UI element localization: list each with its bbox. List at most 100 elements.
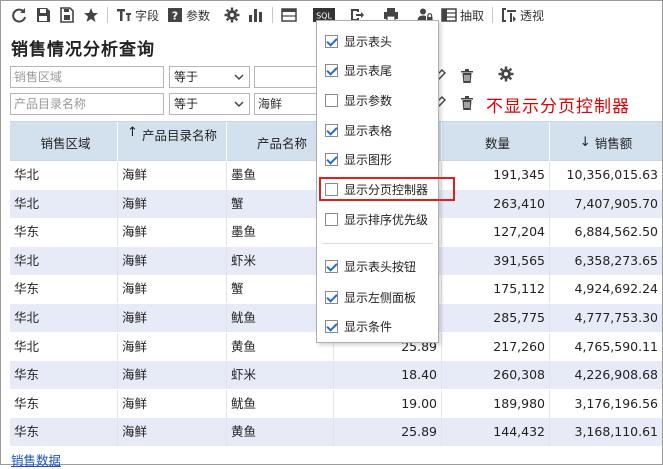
table-cell: 华北 [10,304,118,332]
menu-item-option[interactable]: 显示表格 [317,118,438,142]
menu-item-label: 显示条件 [344,319,393,334]
extract-button[interactable]: 抽取 [437,4,488,26]
table-cell: 191,345 [442,161,550,189]
filter-field-input[interactable]: 销售区域 [10,66,164,88]
pivot-button[interactable]: 透视 [497,4,548,26]
table-cell: 19.00 [334,389,442,418]
table-cell: 华北 [10,161,118,189]
table-cell: 127,204 [442,218,550,247]
menu-item-label: 显示分页控制器 [344,182,429,197]
trash-icon[interactable] [459,68,475,84]
menu-item-option[interactable]: 显示表头 [317,29,438,53]
table-cell: 3,168,110.61 [574,424,659,440]
table-cell: 华东 [10,361,118,390]
column-header-label: 数量 [484,135,510,151]
checkbox-checked-icon[interactable] [325,319,338,333]
trash-icon[interactable] [459,95,475,111]
save-button[interactable] [31,4,55,26]
menu-item-label: 显示表格 [344,123,393,138]
chevron-down-icon [234,101,244,108]
checkbox-checked-icon[interactable] [325,259,338,273]
filter-operator-value: 等于 [174,97,199,111]
sales-data-link[interactable]: 销售数据 [11,450,61,469]
table-row[interactable]: 华东 海鲜 虾米 18.40 260,308 4,226,908.68 [10,361,662,390]
display-options-button[interactable] [277,4,301,26]
table-row[interactable]: 华东 海鲜 黄鱼 25.89 144,432 3,168,110.61 [10,418,662,447]
refresh-icon [12,8,26,23]
menu-item-label: 显示表头按钮 [344,259,417,274]
checkbox-checked-icon[interactable] [325,152,338,166]
settings-button[interactable] [220,4,244,26]
favorite-button[interactable] [79,4,103,26]
checkbox-unchecked-icon[interactable] [325,93,338,107]
menu-item-option[interactable]: 显示排序优先级 [317,207,438,231]
column-header-quantity[interactable]: 数量 [442,122,550,162]
refresh-button[interactable] [7,4,31,26]
checkbox-checked-icon[interactable] [325,63,338,77]
menu-item-option[interactable]: 显示表尾 [317,58,438,82]
fields-icon [117,9,131,21]
svg-text:?: ? [172,10,178,23]
filter-operator-value: 等于 [174,70,199,84]
fields-button[interactable]: 字段 [112,4,163,26]
menu-item-label: 显示图形 [344,152,393,167]
menu-item-label: 显示左侧面板 [344,290,417,305]
checkbox-unchecked-icon[interactable] [325,212,338,226]
table-cell: 189,980 [442,389,550,418]
gear-icon[interactable] [498,66,514,82]
filter-operator-select[interactable]: 等于 [169,66,250,88]
table-cell: 18.40 [334,361,442,390]
table-cell: 华东 [10,418,118,447]
checkbox-checked-icon[interactable] [325,34,338,48]
params-button[interactable]: ? 参数 [163,4,214,26]
column-header-region[interactable]: 销售区域 [10,122,118,162]
checkbox-checked-icon[interactable] [325,123,338,137]
table-cell: 6,358,273.65 [574,252,659,268]
menu-item-option[interactable]: 显示分页控制器 [317,177,455,201]
page-title: 销售情况分析查询 [11,40,155,60]
column-header-label: 销售区域 [40,135,91,151]
table-cell: 7,407,905.70 [574,195,659,211]
save-icon [37,8,50,22]
save-as-button[interactable] [55,4,79,26]
table-row[interactable]: 华东 海鲜 鱿鱼 19.00 189,980 3,176,196.56 [10,389,662,418]
column-header-label: 产品目录名称 [141,128,217,143]
gear-icon [224,7,240,23]
extract-label: 抽取 [460,8,485,23]
display-options-menu: 显示表头显示表尾显示参数显示表格显示图形显示分页控制器显示排序优先级显示表头按钮… [316,20,455,343]
filter-operator-select[interactable]: 等于 [169,93,250,115]
pivot-label: 透视 [520,8,545,23]
filter-value-input[interactable]: 海鲜 [254,93,318,115]
sort-indicator: ↑ [127,125,138,140]
table-cell: 华北 [10,332,118,361]
column-header-sales[interactable]: ↓ 销售额 [550,122,662,162]
save-as-icon [60,7,74,23]
menu-item-option[interactable]: 显示图形 [317,147,438,171]
checkbox-unchecked-icon[interactable] [325,182,338,196]
table-cell: 华东 [10,218,118,247]
table-cell: 海鲜 [118,361,227,390]
menu-item-option[interactable]: 显示条件 [317,314,438,338]
question-icon: ? [168,8,183,23]
table-cell: 华东 [10,389,118,418]
filter-field-input[interactable]: 产品目录名称 [10,93,164,115]
table-cell: 4,765,590.11 [574,338,659,354]
table-cell: 144,432 [442,418,550,447]
table-cell: 217,260 [442,332,550,361]
checkbox-checked-icon[interactable] [325,290,338,304]
sort-indicator: ↓ [579,134,591,150]
chart-button[interactable] [244,4,268,26]
table-cell: 鱿鱼 [227,389,334,418]
pivot-icon [502,8,517,22]
column-header-label: 销售额 [594,135,633,151]
bar-chart-icon [249,9,263,22]
filter-value-input[interactable] [254,66,318,88]
table-cell: 391,565 [442,246,550,275]
menu-item-option[interactable]: 显示左侧面板 [317,285,438,309]
table-cell: 4,777,753.30 [574,310,659,325]
column-header-category[interactable]: ↑ 产品目录名称 [118,122,227,162]
menu-item-label: 显示参数 [344,93,393,108]
menu-item-option[interactable]: 显示表头按钮 [317,254,438,278]
menu-item-option[interactable]: 显示参数 [317,88,438,112]
table-cell: 海鲜 [118,161,227,189]
